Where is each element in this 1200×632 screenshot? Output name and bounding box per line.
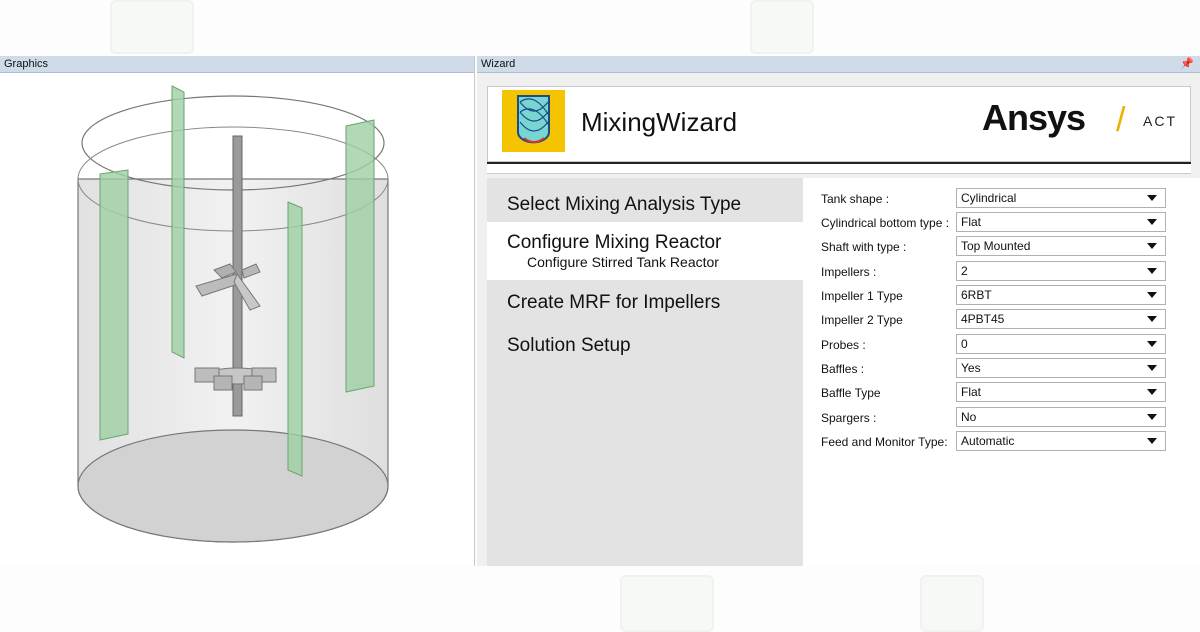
step-solution-setup[interactable]: Solution Setup bbox=[487, 329, 803, 363]
background-decor bbox=[110, 0, 194, 54]
background-decor bbox=[750, 0, 814, 54]
field-spargers: Spargers : No bbox=[821, 407, 1191, 429]
field-probes: Probes : 0 bbox=[821, 334, 1191, 356]
field-feed-and-monitor-type: Feed and Monitor Type: Automatic bbox=[821, 431, 1191, 453]
graphics-panel-title: Graphics bbox=[4, 58, 49, 70]
spargers-select[interactable]: No bbox=[956, 407, 1166, 427]
baffle bbox=[171, 85, 185, 359]
impeller-1-type-select[interactable]: 6RBT bbox=[956, 285, 1166, 305]
field-label: Tank shape : bbox=[821, 192, 890, 206]
field-label: Spargers : bbox=[821, 411, 877, 425]
wizard-steps: Select Mixing Analysis Type Configure Mi… bbox=[487, 178, 803, 566]
field-tank-shape: Tank shape : Cylindrical bbox=[821, 188, 1191, 210]
step-select-mixing-analysis-type[interactable]: Select Mixing Analysis Type bbox=[487, 188, 803, 222]
chevron-down-icon bbox=[1147, 195, 1157, 201]
brand-slash: / bbox=[1116, 101, 1126, 139]
field-label: Cylindrical bottom type : bbox=[821, 216, 950, 230]
background-decor bbox=[920, 575, 984, 632]
step-label: Solution Setup bbox=[507, 335, 631, 356]
chevron-down-icon bbox=[1147, 438, 1157, 444]
field-label: Probes : bbox=[821, 338, 866, 352]
field-label: Baffles : bbox=[821, 362, 865, 376]
banner-divider bbox=[487, 162, 1191, 174]
step-create-mrf-for-impellers[interactable]: Create MRF for Impellers bbox=[487, 286, 803, 320]
chevron-down-icon bbox=[1147, 414, 1157, 420]
field-baffle-type: Baffle Type Flat bbox=[821, 382, 1191, 404]
wizard-panel[interactable]: Wizard 📌 MixingWizard Ansys / ACT Select… bbox=[477, 56, 1200, 566]
baffle bbox=[345, 119, 375, 393]
field-label: Shaft with type : bbox=[821, 240, 907, 254]
ansys-logo: Ansys bbox=[982, 97, 1086, 138]
step-configure-mixing-reactor[interactable]: Configure Mixing Reactor Configure Stirr… bbox=[487, 222, 803, 280]
substep-configure-stirred-tank-reactor[interactable]: Configure Stirred Tank Reactor bbox=[507, 254, 803, 270]
shaft-type-select[interactable]: Top Mounted bbox=[956, 236, 1166, 256]
wizard-app-title: MixingWizard bbox=[581, 107, 738, 137]
field-shaft-type: Shaft with type : Top Mounted bbox=[821, 236, 1191, 258]
chevron-down-icon bbox=[1147, 316, 1157, 322]
chevron-down-icon bbox=[1147, 365, 1157, 371]
step-label: Configure Mixing Reactor bbox=[507, 232, 722, 253]
chevron-down-icon bbox=[1147, 219, 1157, 225]
field-label: Impeller 2 Type bbox=[821, 313, 903, 327]
field-label: Impeller 1 Type bbox=[821, 289, 903, 303]
impellers-select[interactable]: 2 bbox=[956, 261, 1166, 281]
step-label: Select Mixing Analysis Type bbox=[507, 194, 742, 215]
mixing-tank-logo-icon bbox=[502, 90, 565, 152]
field-impeller-2-type: Impeller 2 Type 4PBT45 bbox=[821, 309, 1191, 331]
baffle-type-select[interactable]: Flat bbox=[956, 382, 1166, 402]
baffle bbox=[99, 169, 129, 441]
feed-and-monitor-type-select[interactable]: Automatic bbox=[956, 431, 1166, 451]
field-impeller-1-type: Impeller 1 Type 6RBT bbox=[821, 285, 1191, 307]
chevron-down-icon bbox=[1147, 268, 1157, 274]
chevron-down-icon bbox=[1147, 292, 1157, 298]
pin-icon[interactable]: 📌 bbox=[1180, 56, 1194, 73]
field-baffles: Baffles : Yes bbox=[821, 358, 1191, 380]
tank-model-view[interactable] bbox=[0, 74, 474, 566]
tank-shape-select[interactable]: Cylindrical bbox=[956, 188, 1166, 208]
probes-select[interactable]: 0 bbox=[956, 334, 1166, 354]
chevron-down-icon bbox=[1147, 341, 1157, 347]
wizard-panel-header: Wizard 📌 bbox=[477, 56, 1200, 73]
step-label: Create MRF for Impellers bbox=[507, 292, 721, 313]
wizard-panel-title: Wizard bbox=[481, 58, 516, 70]
field-label: Baffle Type bbox=[821, 386, 881, 400]
background-decor bbox=[620, 575, 714, 632]
graphics-panel-header: Graphics bbox=[0, 56, 474, 73]
configuration-form: Tank shape : Cylindrical Cylindrical bot… bbox=[803, 178, 1200, 566]
field-impellers: Impellers : 2 bbox=[821, 261, 1191, 283]
chevron-down-icon bbox=[1147, 243, 1157, 249]
baffles-select[interactable]: Yes bbox=[956, 358, 1166, 378]
field-cylindrical-bottom-type: Cylindrical bottom type : Flat bbox=[821, 212, 1191, 234]
field-label: Feed and Monitor Type: bbox=[821, 435, 948, 449]
impeller-2-type-select[interactable]: 4PBT45 bbox=[956, 309, 1166, 329]
field-label: Impellers : bbox=[821, 265, 877, 279]
tank-bottom bbox=[77, 429, 389, 543]
cylindrical-bottom-type-select[interactable]: Flat bbox=[956, 212, 1166, 232]
chevron-down-icon bbox=[1147, 389, 1157, 395]
baffle bbox=[287, 201, 303, 477]
graphics-panel[interactable]: Graphics bbox=[0, 56, 475, 566]
wizard-banner: MixingWizard Ansys / ACT bbox=[487, 86, 1191, 162]
act-label: ACT bbox=[1143, 113, 1177, 129]
